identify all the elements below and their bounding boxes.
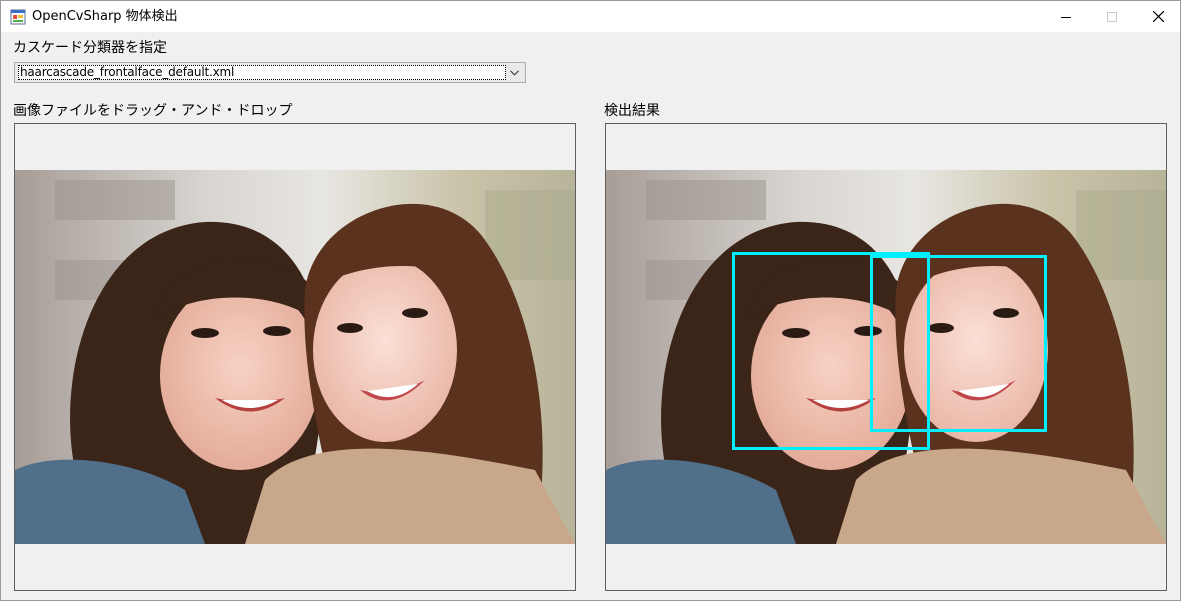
minimize-button[interactable] bbox=[1043, 1, 1089, 32]
classifier-select[interactable]: haarcascade_frontalface_default.xml bbox=[14, 62, 526, 83]
source-image-dropzone[interactable] bbox=[14, 123, 576, 591]
detected-face-box bbox=[870, 255, 1047, 432]
dropdown-arrow-button[interactable] bbox=[506, 65, 523, 80]
classifier-selected-value: haarcascade_frontalface_default.xml bbox=[18, 65, 506, 80]
minimize-icon bbox=[1061, 16, 1071, 18]
app-window: OpenCvSharp 物体検出 カスケード分類器を指定 haarcascade… bbox=[0, 0, 1181, 601]
maximize-button[interactable] bbox=[1089, 1, 1135, 32]
classifier-label: カスケード分類器を指定 bbox=[13, 40, 167, 56]
title-bar[interactable]: OpenCvSharp 物体検出 bbox=[1, 1, 1180, 32]
app-icon bbox=[10, 9, 26, 25]
close-button[interactable] bbox=[1135, 1, 1180, 32]
chevron-down-icon bbox=[510, 69, 519, 76]
result-image-box bbox=[605, 123, 1167, 591]
maximize-icon bbox=[1107, 11, 1117, 22]
source-photo bbox=[15, 170, 575, 544]
close-icon bbox=[1152, 11, 1164, 22]
source-panel-label: 画像ファイルをドラッグ・アンド・ドロップ bbox=[13, 103, 293, 119]
result-panel-label: 検出結果 bbox=[604, 103, 660, 119]
window-title: OpenCvSharp 物体検出 bbox=[32, 9, 178, 24]
